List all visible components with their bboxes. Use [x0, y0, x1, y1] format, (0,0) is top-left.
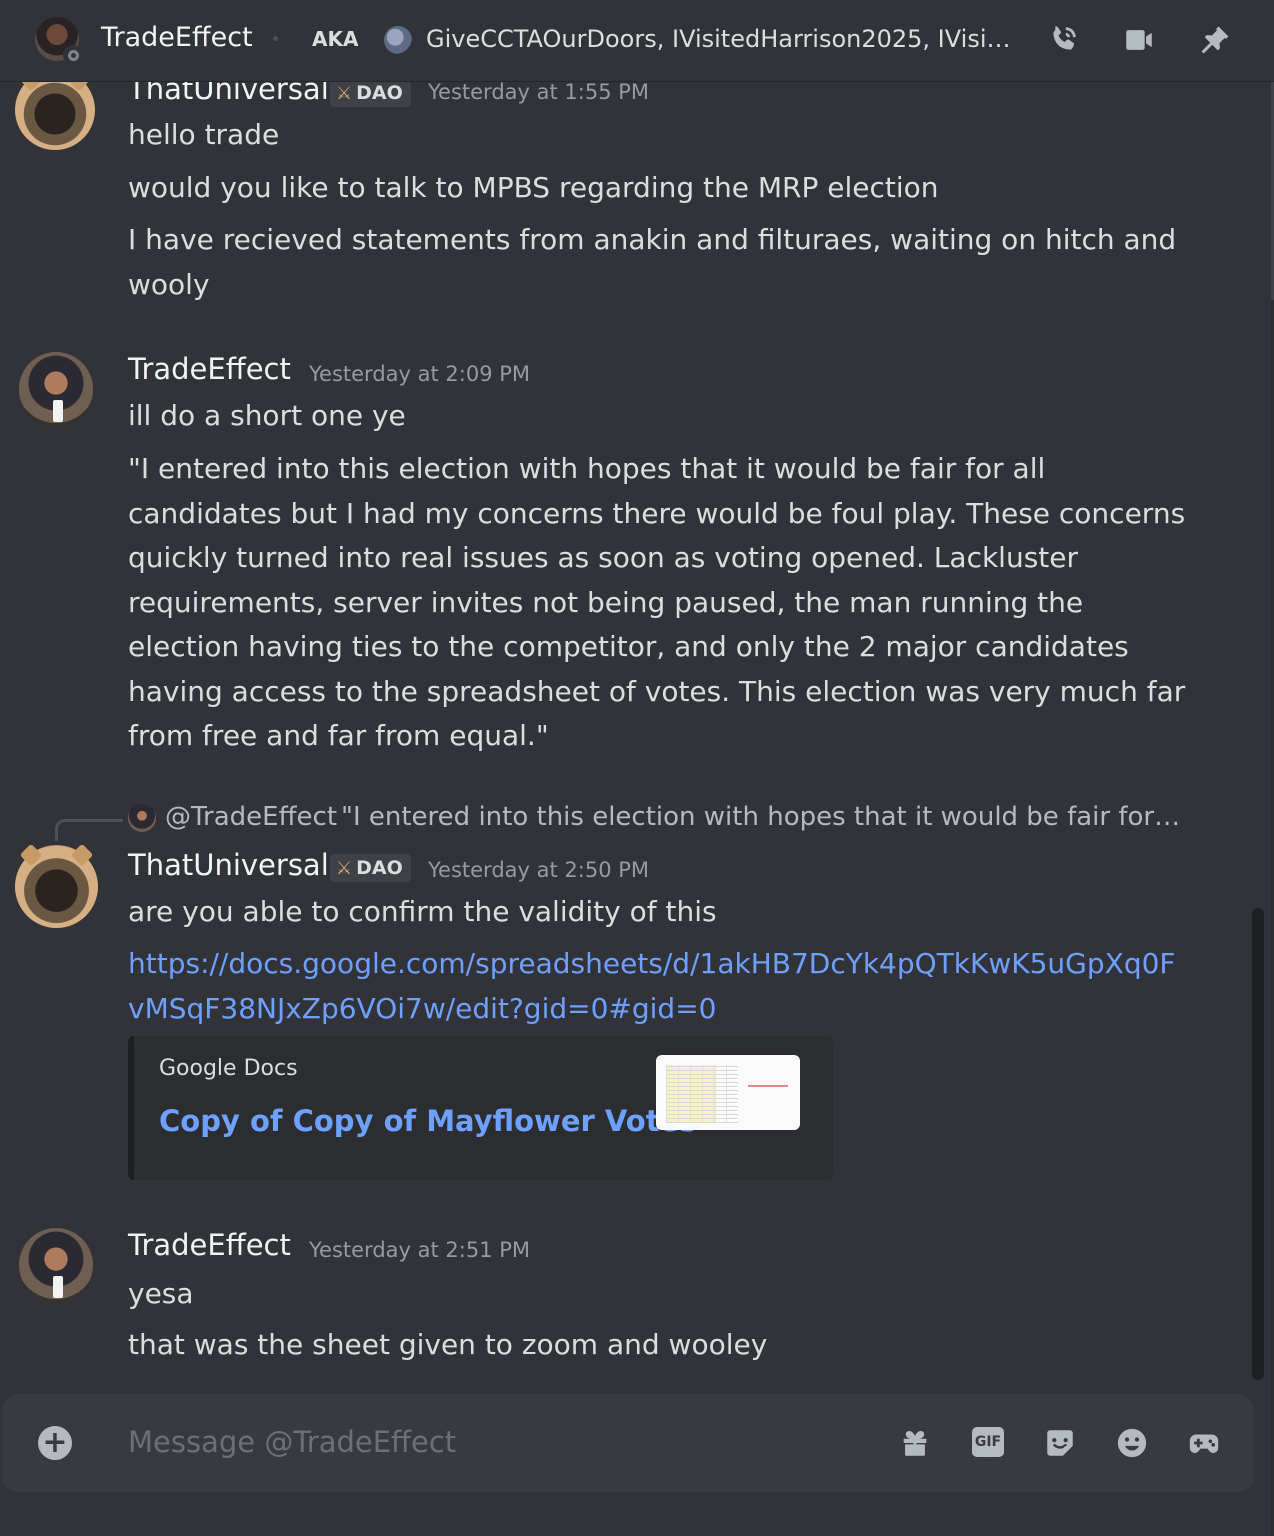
- message-text: would you like to talk to MPBS regarding…: [128, 171, 939, 204]
- sword-icon: ⚔: [336, 857, 353, 879]
- reply-mention[interactable]: @TradeEffect: [165, 802, 337, 832]
- spreadsheet-preview-text: [748, 1085, 788, 1087]
- message-link-wrap: https://docs.google.com/spreadsheets/d/1…: [128, 942, 1178, 1031]
- video-camera-icon[interactable]: [1119, 20, 1159, 60]
- aka-label: AKA: [312, 27, 359, 51]
- activity-controller-icon[interactable]: [1186, 1425, 1222, 1461]
- offline-status-icon: [63, 45, 83, 65]
- message-author[interactable]: ThatUniversal: [128, 82, 329, 106]
- phone-call-icon[interactable]: [1043, 20, 1083, 60]
- user-avatar[interactable]: [19, 1228, 93, 1302]
- reply-preview[interactable]: "I entered into this election with hopes…: [341, 802, 1181, 832]
- message-timestamp: Yesterday at 2:09 PM: [309, 362, 531, 386]
- message-list[interactable]: ThatUniversal ⚔ DAO Yesterday at 1:55 PM…: [0, 82, 1250, 1382]
- message-timestamp: Yesterday at 2:51 PM: [309, 1238, 531, 1262]
- link-embed: Google Docs Copy of Copy of Mayflower Vo…: [128, 1036, 833, 1180]
- role-tag: ⚔ DAO: [330, 82, 411, 107]
- sticker-icon[interactable]: [1042, 1425, 1078, 1461]
- user-avatar[interactable]: [15, 845, 98, 928]
- message-text: yesa: [128, 1277, 194, 1310]
- message-text: that was the sheet given to zoom and woo…: [128, 1328, 768, 1361]
- spreadsheet-preview: [666, 1065, 738, 1123]
- aka-names[interactable]: GiveCCTAOurDoors, IVisitedHarrison2025, …: [426, 25, 1016, 53]
- reply-avatar: [128, 804, 156, 832]
- emoji-icon[interactable]: [1114, 1425, 1150, 1461]
- message-text: ill do a short one ye: [128, 399, 406, 432]
- embed-title[interactable]: Copy of Copy of Mayflower Votes: [159, 1104, 697, 1138]
- user-avatar[interactable]: [15, 82, 95, 150]
- message-input[interactable]: Message @TradeEffect: [128, 1425, 456, 1459]
- message-author[interactable]: TradeEffect: [128, 352, 291, 386]
- contact-name[interactable]: TradeEffect: [101, 22, 253, 53]
- gift-icon[interactable]: [897, 1425, 933, 1461]
- role-tag-label: DAO: [356, 82, 403, 104]
- role-tag: ⚔ DAO: [330, 854, 411, 882]
- message-text: "I entered into this election with hopes…: [128, 452, 1186, 752]
- message-author[interactable]: TradeEffect: [128, 1228, 291, 1262]
- separator-dot: [273, 36, 278, 41]
- user-avatar[interactable]: [19, 352, 93, 426]
- reply-connector: [55, 819, 123, 841]
- message-text: hello trade: [128, 118, 280, 151]
- embed-provider[interactable]: Google Docs: [159, 1056, 298, 1081]
- message-timestamp: Yesterday at 2:50 PM: [428, 858, 650, 882]
- role-tag-label: DAO: [356, 857, 403, 879]
- message-text: I have recieved statements from anakin a…: [128, 223, 1177, 301]
- add-attachment-icon[interactable]: +: [38, 1426, 72, 1460]
- aka-group-avatar: [384, 26, 412, 54]
- sword-icon: ⚔: [336, 82, 353, 104]
- message-scrollbar[interactable]: [1252, 908, 1264, 1380]
- spreadsheet-link[interactable]: https://docs.google.com/spreadsheets/d/1…: [128, 947, 1176, 1025]
- embed-thumbnail[interactable]: [656, 1055, 800, 1130]
- gif-icon[interactable]: GIF: [972, 1427, 1004, 1457]
- contact-avatar[interactable]: [35, 17, 83, 65]
- message-composer: + Message @TradeEffect GIF: [2, 1394, 1254, 1492]
- message-text: are you able to confirm the validity of …: [128, 895, 717, 928]
- dm-header: TradeEffect AKA GiveCCTAOurDoors, IVisit…: [0, 0, 1274, 82]
- message-author[interactable]: ThatUniversal: [128, 848, 329, 882]
- message-timestamp: Yesterday at 1:55 PM: [428, 82, 650, 104]
- pin-icon[interactable]: [1195, 20, 1235, 60]
